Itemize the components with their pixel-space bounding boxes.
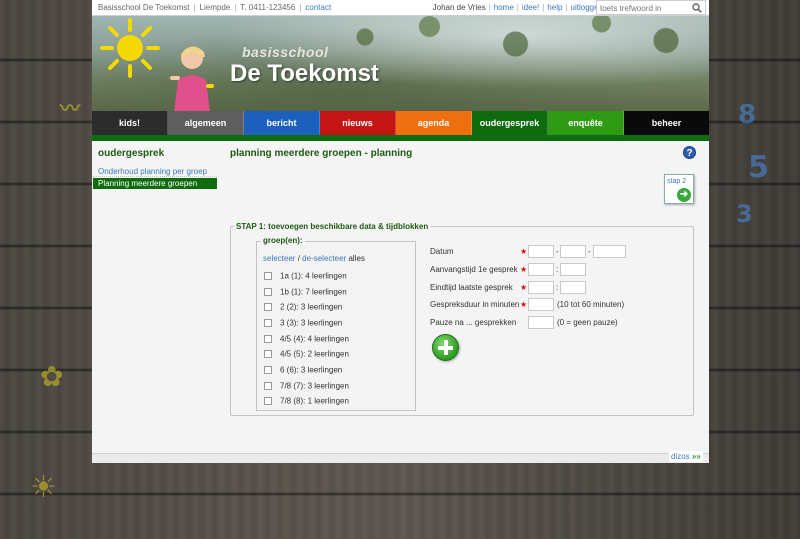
tab-oudergesprek[interactable]: oudergesprek	[472, 111, 548, 135]
deselect-all-link[interactable]: de-selecteer	[302, 254, 346, 263]
group-checkbox[interactable]	[264, 334, 272, 343]
step-2-label: stap 2	[667, 178, 687, 185]
date-day-field[interactable]	[528, 245, 554, 258]
group-checkbox[interactable]	[264, 271, 272, 280]
page-title: planning meerdere groepen - planning	[230, 148, 413, 159]
group-checkbox[interactable]	[264, 349, 272, 358]
dizos-logo[interactable]: dizos »»	[669, 451, 703, 462]
chalk-drawing: 〰	[60, 96, 80, 120]
nav-underline	[92, 135, 709, 141]
group-checkbox[interactable]	[264, 365, 272, 374]
footer	[92, 453, 709, 463]
sun-drawing-icon	[100, 18, 160, 78]
start-hour-field[interactable]	[528, 263, 554, 276]
search-input[interactable]	[597, 2, 689, 15]
datum-label: Datum	[430, 247, 454, 256]
arrow-right-icon: ➜	[677, 188, 691, 202]
list-item: 2 (2): 3 leerlingen	[264, 302, 342, 312]
chalk-drawing: ✿	[40, 360, 64, 393]
search-box	[596, 0, 706, 15]
select-all-row: selecteer / de-selecteer alles	[263, 254, 365, 263]
start-minute-field[interactable]	[560, 263, 586, 276]
dizos-arrows-icon: »»	[691, 452, 701, 461]
end-minute-field[interactable]	[560, 281, 586, 294]
list-item: 3 (3): 3 leerlingen	[264, 318, 342, 328]
required-marker: ★	[520, 283, 528, 292]
chalk-drawing: 3	[736, 200, 753, 228]
list-item: 4/5 (4): 4 leerlingen	[264, 334, 349, 344]
chalk-drawing: 5	[748, 150, 769, 185]
help-link[interactable]: help	[547, 3, 562, 12]
duration-hint: (10 tot 60 minuten)	[557, 300, 625, 309]
brand-subtitle: basisschool	[242, 44, 329, 60]
list-item: 1a (1): 4 leerlingen	[264, 271, 347, 281]
date-year-field[interactable]	[593, 245, 626, 258]
group-checkbox[interactable]	[264, 318, 272, 327]
duur-label: Gespreksduur in minuten	[430, 300, 520, 309]
required-marker: ★	[520, 265, 528, 274]
school-name: Basisschool De Toekomst	[98, 3, 190, 12]
tab-bericht[interactable]: bericht	[244, 111, 320, 135]
list-item: 7/8 (7): 3 leerlingen	[264, 381, 349, 391]
end-hour-field[interactable]	[528, 281, 554, 294]
contact-link[interactable]: contact	[305, 3, 331, 12]
list-item: 1b (1): 7 leerlingen	[264, 287, 347, 297]
sidebar-item-onderhoud[interactable]: Onderhoud planning per groep	[93, 166, 217, 177]
header-banner: basisschool De Toekomst	[92, 16, 709, 111]
date-month-field[interactable]	[560, 245, 586, 258]
tab-kids[interactable]: kids!	[92, 111, 168, 135]
help-icon[interactable]: ?	[683, 146, 696, 159]
sidebar-item-meerdere-groepen[interactable]: Planning meerdere groepen	[93, 178, 217, 189]
brand-title: De Toekomst	[230, 60, 379, 87]
sidebar-title: oudergesprek	[98, 148, 165, 159]
tab-nieuws[interactable]: nieuws	[320, 111, 396, 135]
group-checkbox[interactable]	[264, 381, 272, 390]
tab-beheer[interactable]: beheer	[624, 111, 709, 135]
pause-hint: (0 = geen pauze)	[557, 318, 618, 327]
search-icon[interactable]	[692, 3, 702, 13]
step-2-button[interactable]: stap 2 ➜	[664, 174, 694, 204]
tab-enquete[interactable]: enquête	[548, 111, 624, 135]
pause-field[interactable]	[528, 316, 554, 329]
school-city: Liempde	[199, 3, 231, 12]
group-checkbox[interactable]	[264, 287, 272, 296]
tab-algemeen[interactable]: algemeen	[168, 111, 244, 135]
step-1-title: STAP 1: toevoegen beschikbare data & tij…	[234, 222, 431, 231]
child-photo	[170, 46, 214, 111]
select-all-link[interactable]: selecteer	[263, 254, 295, 263]
group-checkbox[interactable]	[264, 302, 272, 311]
list-item: 6 (6): 3 leerlingen	[264, 365, 342, 375]
add-timeblock-button[interactable]	[432, 334, 459, 361]
group-checkbox[interactable]	[264, 396, 272, 405]
duration-field[interactable]	[528, 298, 554, 311]
required-marker: ★	[520, 247, 528, 256]
tab-agenda[interactable]: agenda	[396, 111, 472, 135]
page: Basisschool De Toekomst | Liempde | T. 0411-…	[92, 0, 709, 463]
list-item: 7/8 (8): 1 leerlingen	[264, 396, 349, 406]
school-phone: T. 0411-123456	[240, 3, 296, 12]
required-marker: ★	[520, 300, 528, 309]
eind-label: Eindtijd laatste gesprek	[430, 283, 513, 292]
pauze-label: Pauze na ... gesprekken	[430, 318, 517, 327]
chalk-drawing: 8	[738, 100, 757, 130]
user-name: Johan de Vries	[432, 3, 486, 12]
top-bar: Basisschool De Toekomst | Liempde | T. 0411-…	[92, 0, 709, 16]
idea-link[interactable]: idee!	[522, 3, 539, 12]
groups-legend: groep(en):	[261, 236, 305, 245]
chalk-drawing: ☀	[30, 470, 57, 505]
aanvang-label: Aanvangstijd 1e gesprek	[430, 265, 518, 274]
main-nav: kids! algemeen bericht nieuws agenda oud…	[92, 111, 709, 135]
list-item: 4/5 (5): 2 leerlingen	[264, 349, 349, 359]
home-link[interactable]: home	[494, 3, 514, 12]
